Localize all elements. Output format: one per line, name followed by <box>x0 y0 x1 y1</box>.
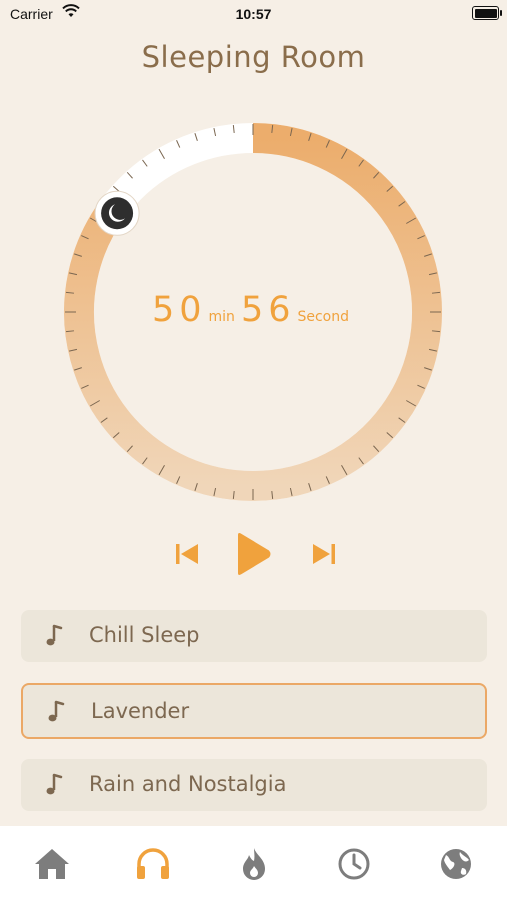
track-label: Lavender <box>91 699 190 723</box>
flame-icon[interactable] <box>234 846 274 882</box>
home-icon[interactable] <box>32 846 72 882</box>
skip-next-icon[interactable] <box>311 542 337 566</box>
play-icon[interactable] <box>234 532 274 576</box>
track-label: Chill Sleep <box>89 623 200 647</box>
music-note-icon <box>46 624 63 646</box>
timer-readout: 50 min 56 Second <box>0 290 507 330</box>
headphones-icon[interactable] <box>133 846 173 882</box>
track-item-chill-sleep[interactable]: Chill Sleep <box>21 610 487 662</box>
clock-icon[interactable] <box>334 846 374 882</box>
music-note-icon <box>46 773 63 795</box>
dial-knob[interactable] <box>94 190 140 236</box>
timer-seconds-unit: Second <box>297 309 350 325</box>
timer-seconds: 56 <box>240 290 296 330</box>
tab-bar <box>0 826 507 900</box>
skip-previous-icon[interactable] <box>174 542 200 566</box>
timer-minutes: 50 <box>151 290 207 330</box>
playback-controls <box>0 530 507 578</box>
sleep-timer-dial[interactable] <box>0 0 507 520</box>
track-item-lavender[interactable]: Lavender <box>21 683 487 739</box>
globe-icon[interactable] <box>436 846 476 882</box>
track-item-rain-and-nostalgia[interactable]: Rain and Nostalgia <box>21 759 487 811</box>
timer-minutes-unit: min <box>208 309 235 325</box>
track-label: Rain and Nostalgia <box>89 772 287 796</box>
music-note-icon <box>48 700 65 722</box>
